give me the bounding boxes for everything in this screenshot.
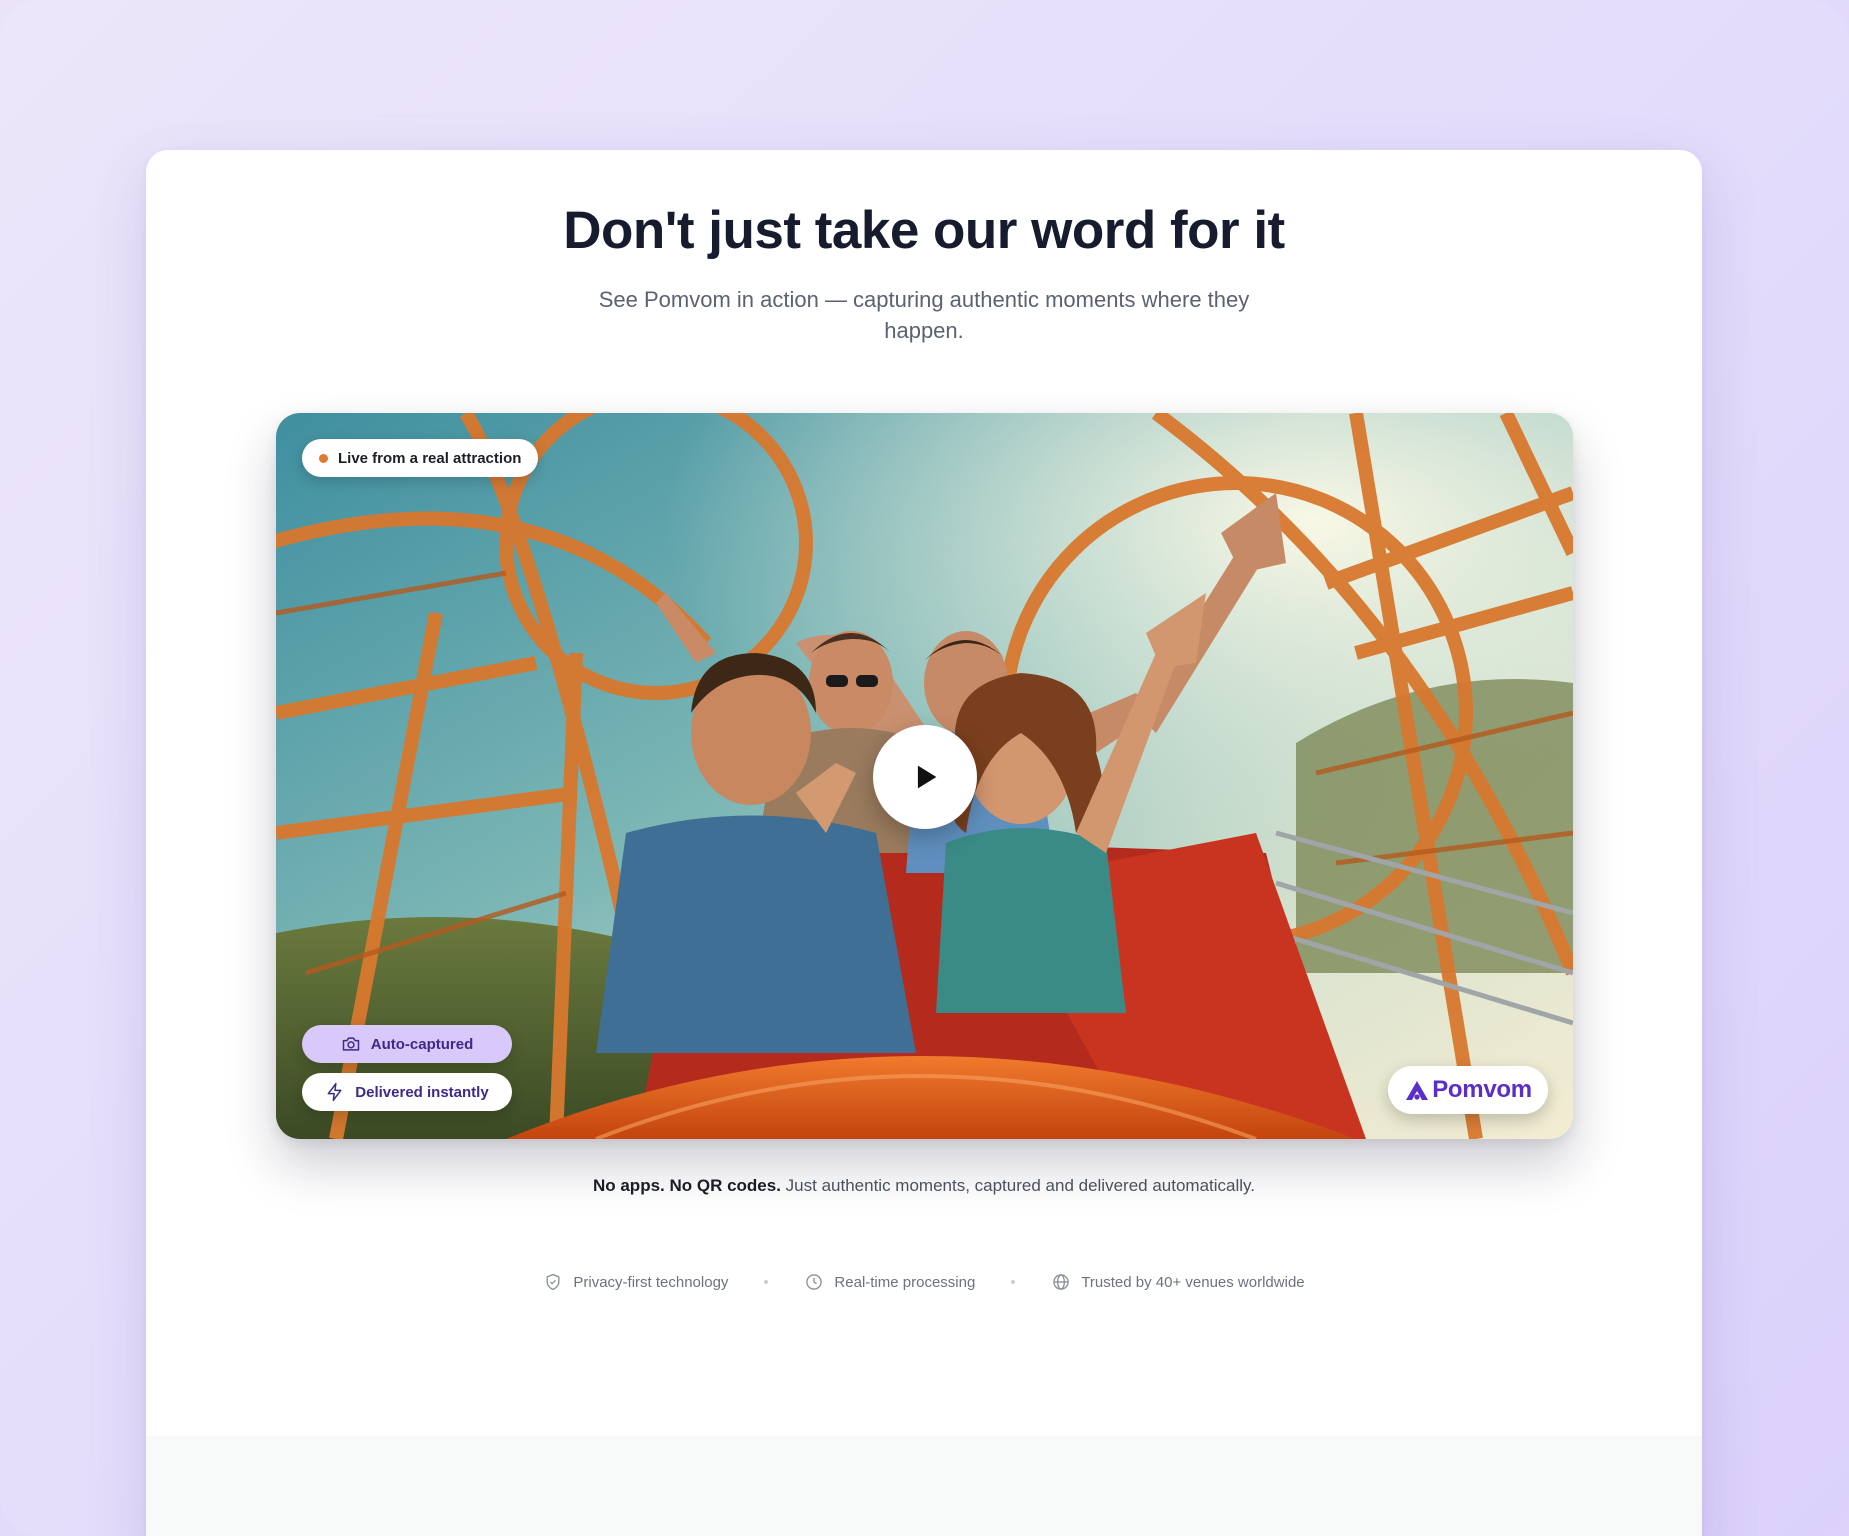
section-subhead: See Pomvom in action — capturing authent… (598, 287, 1250, 343)
separator-dot (764, 1280, 769, 1284)
feature-label: Privacy-first technology (573, 1273, 729, 1291)
delivered-instantly-badge: Delivered instantly (302, 1073, 512, 1111)
lightning-icon (327, 1082, 342, 1102)
feature-label: Trusted by 40+ venues worldwide (1081, 1273, 1305, 1291)
camera-icon (342, 1037, 359, 1051)
clock-icon (806, 1274, 823, 1290)
content-card: Don't just take our word for it See Pomv… (146, 150, 1702, 1536)
feature-privacy: Privacy-first technology (543, 1272, 728, 1292)
page-background: Don't just take our word for it See Pomv… (0, 0, 1849, 1536)
tagline-bold: No apps. No QR codes. (592, 1176, 781, 1195)
feature-venues: Trusted by 40+ venues worldwide (1051, 1272, 1305, 1292)
separator-dot (1011, 1280, 1016, 1284)
brand-name: Pomvom (1432, 1076, 1532, 1103)
auto-captured-badge: Auto-captured (302, 1025, 512, 1063)
tagline-rest: Just authentic moments, captured and del… (780, 1176, 1256, 1195)
brand-badge: Pomvom (1388, 1066, 1548, 1114)
tagline: No apps. No QR codes. Just authentic mom… (146, 1176, 1702, 1196)
section-headline: Don't just take our word for it (563, 201, 1285, 260)
live-badge: Live from a real attraction (302, 439, 539, 477)
play-button[interactable] (873, 725, 977, 829)
feature-row: Privacy-first technology Real-time proce… (146, 1272, 1702, 1292)
globe-icon (1053, 1274, 1070, 1290)
play-icon (917, 765, 937, 789)
live-dot-icon (319, 453, 328, 463)
auto-captured-label: Auto-captured (370, 1035, 474, 1053)
feature-realtime: Real-time processing (804, 1272, 975, 1292)
shield-check-icon (546, 1273, 560, 1291)
feature-label: Real-time processing (834, 1273, 976, 1291)
pomvom-logo-icon (1406, 1081, 1429, 1100)
live-badge-label: Live from a real attraction (338, 449, 522, 467)
next-section-band (146, 1436, 1702, 1536)
delivered-instantly-label: Delivered instantly (355, 1083, 489, 1101)
video-player[interactable]: Live from a real attraction Auto-capture… (276, 413, 1573, 1139)
